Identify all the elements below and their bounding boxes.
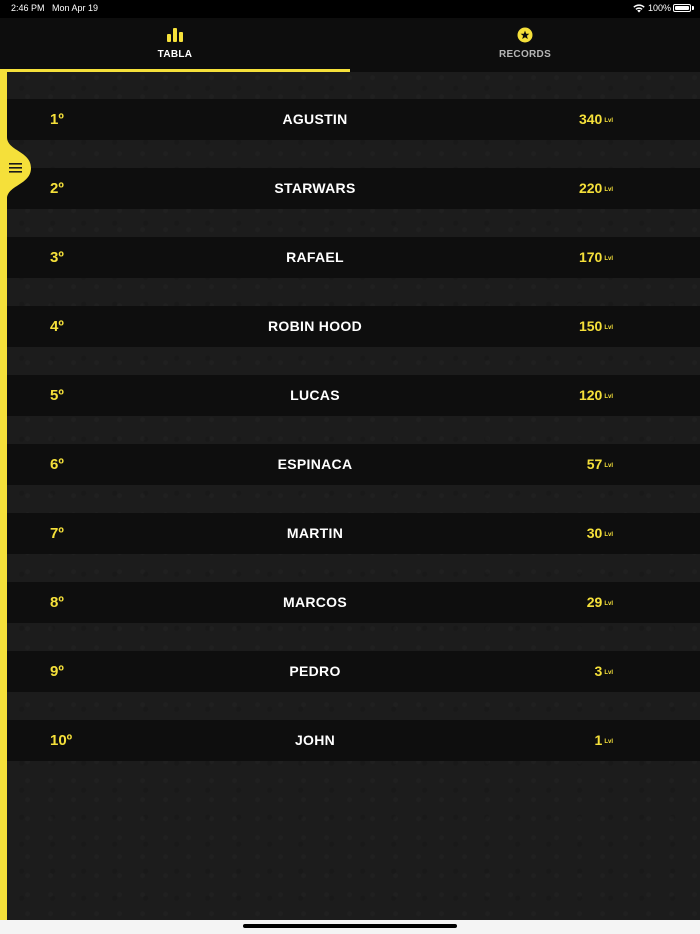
- score-value: 30: [586, 525, 603, 541]
- tab-tabla[interactable]: TABLA: [0, 18, 350, 72]
- score-unit: Lvl: [604, 670, 613, 676]
- score-unit: Lvl: [604, 739, 613, 745]
- score-unit: Lvl: [604, 601, 613, 607]
- home-indicator[interactable]: [243, 924, 457, 928]
- row-player-name: PEDRO: [289, 663, 341, 679]
- battery-percent: 100%: [648, 3, 672, 13]
- score-value: 170: [578, 249, 603, 265]
- leaderboard-row[interactable]: 3º RAFAEL 170 Lvl: [7, 237, 700, 278]
- row-score: 29 Lvl: [587, 582, 613, 625]
- leaderboard-row[interactable]: 10º JOHN 1 Lvl: [7, 720, 700, 761]
- tab-label: RECORDS: [498, 49, 552, 60]
- leaderboard-row[interactable]: 8º MARCOS 29 Lvl: [7, 582, 700, 623]
- row-player-name: LUCAS: [290, 387, 340, 403]
- side-menu-handle[interactable]: [0, 137, 31, 199]
- battery-tip: [692, 6, 694, 10]
- star-badge-icon: [517, 27, 533, 43]
- wifi-icon: [633, 4, 645, 13]
- score-value: 340: [578, 111, 603, 127]
- leaderboard-row[interactable]: 7º MARTIN 30 Lvl: [7, 513, 700, 554]
- row-score: 120 Lvl: [579, 375, 613, 418]
- row-score: 170 Lvl: [579, 237, 613, 280]
- tab-label: TABLA: [157, 49, 193, 60]
- row-player-name: AGUSTIN: [282, 111, 348, 127]
- score-value: 3: [594, 663, 603, 679]
- row-score: 220 Lvl: [579, 168, 613, 211]
- row-player-name: MARCOS: [282, 594, 348, 610]
- leaderboard-row[interactable]: 5º LUCAS 120 Lvl: [7, 375, 700, 416]
- leaderboard-row[interactable]: 1º AGUSTIN 340 Lvl: [7, 99, 700, 140]
- row-player-name: JOHN: [294, 732, 336, 748]
- score-value: 1: [594, 732, 603, 748]
- hamburger-icon: [9, 163, 22, 173]
- row-score: 150 Lvl: [579, 306, 613, 349]
- status-bar: 2:46 PM Mon Apr 19 100%: [0, 0, 700, 18]
- score-unit: Lvl: [604, 325, 613, 331]
- leaderboard-row[interactable]: 2º STARWARS 220 Lvl: [7, 168, 700, 209]
- row-player-name: ROBIN HOOD: [268, 318, 362, 334]
- score-value: 29: [586, 594, 603, 610]
- score-unit: Lvl: [604, 463, 613, 469]
- score-value: 150: [578, 318, 603, 334]
- tab-records[interactable]: RECORDS: [350, 18, 700, 72]
- row-score: 340 Lvl: [579, 99, 613, 142]
- row-score: 1 Lvl: [595, 720, 613, 763]
- status-time: 2:46 PM: [11, 3, 45, 13]
- score-unit: Lvl: [604, 118, 613, 124]
- row-player-name: MARTIN: [286, 525, 344, 541]
- row-player-name: STARWARS: [274, 180, 356, 196]
- tab-bar: TABLA RECORDS: [0, 18, 700, 72]
- menu-handle-shape: [0, 137, 31, 199]
- side-menu-rail: [0, 72, 7, 920]
- row-score: 57 Lvl: [587, 444, 613, 487]
- score-unit: Lvl: [604, 394, 613, 400]
- row-score: 30 Lvl: [587, 513, 613, 556]
- score-unit: Lvl: [604, 256, 613, 262]
- leaderboard-row[interactable]: 4º ROBIN HOOD 150 Lvl: [7, 306, 700, 347]
- row-player-name: ESPINACA: [277, 456, 353, 472]
- row-player-name: RAFAEL: [286, 249, 344, 265]
- score-unit: Lvl: [604, 187, 613, 193]
- score-value: 57: [586, 456, 603, 472]
- leaderboard-row[interactable]: 6º ESPINACA 57 Lvl: [7, 444, 700, 485]
- bar-chart-icon: [167, 28, 183, 42]
- leaderboard-row[interactable]: 9º PEDRO 3 Lvl: [7, 651, 700, 692]
- score-value: 120: [578, 387, 603, 403]
- battery-icon: [673, 4, 691, 12]
- score-unit: Lvl: [604, 532, 613, 538]
- status-date: Mon Apr 19: [52, 3, 99, 13]
- score-value: 220: [578, 180, 603, 196]
- row-score: 3 Lvl: [595, 651, 613, 694]
